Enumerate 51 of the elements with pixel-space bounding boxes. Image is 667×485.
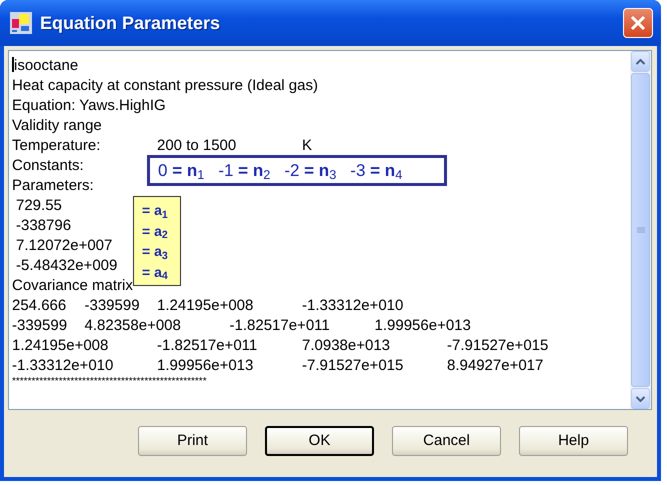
matrix-value: -1.82517e+011 <box>230 317 330 334</box>
parameter-annotation: = a$_{3}$ <box>142 243 169 260</box>
compound-name: isooctane <box>14 57 78 74</box>
matrix-value: 7.0938e+013 <box>302 337 390 354</box>
matrix-value: 8.94927e+017 <box>447 357 544 374</box>
matrix-value: 1.24195e+008 <box>12 337 108 354</box>
parameter-annotation: = a$_{1}$ <box>142 202 169 218</box>
parameter-value: 729.55 <box>15 197 62 214</box>
constant-annotation: -3 = n$_{4}$ <box>350 160 402 184</box>
constant-annotation: 0 = n$_{1}$ <box>158 160 204 184</box>
close-icon <box>630 15 646 31</box>
dialog-button[interactable]: Cancel <box>392 426 501 456</box>
scroll-up-button[interactable] <box>631 51 650 72</box>
section-heading: Validity range <box>12 117 102 134</box>
matrix-value: -339599 <box>12 317 68 334</box>
dialog-button[interactable]: OK <box>265 426 374 456</box>
dialog-button[interactable]: Print <box>138 426 247 456</box>
constant-annotation: -1 = n$_{2}$ <box>218 160 270 184</box>
scrollbar-thumb[interactable] <box>631 73 650 387</box>
matrix-value: 4.82358e+008 <box>84 317 181 334</box>
section-heading: Covariance matrix <box>12 277 133 294</box>
matrix-value: -1.33312e+010 <box>302 297 404 314</box>
property-name: Heat capacity at constant pressure (Ideal gas) <box>12 77 318 94</box>
temperature-range: 200 to 1500 <box>157 137 236 154</box>
unit-label: K <box>302 137 312 154</box>
close-button[interactable] <box>623 8 653 38</box>
field-label: Parameters: <box>12 177 94 194</box>
matrix-value: -339599 <box>84 297 140 314</box>
text-caret <box>12 57 14 72</box>
parameter-value: -338796 <box>15 217 72 234</box>
field-label: Temperature: <box>12 137 100 154</box>
parameter-annotation: = a$_{2}$ <box>142 222 169 239</box>
matrix-value: 254.666 <box>12 297 66 314</box>
constant-annotation: -2 = n$_{3}$ <box>284 160 336 184</box>
dialog-button[interactable]: Help <box>519 426 628 456</box>
matrix-value: -7.91527e+015 <box>447 337 548 354</box>
parameter-value: -5.48432e+009 <box>15 257 118 274</box>
equation-name: Equation: Yaws.HighIG <box>12 97 166 114</box>
matrix-value: 1.99956e+013 <box>157 357 254 374</box>
matrix-value: -7.91527e+015 <box>302 357 404 374</box>
matrix-value: -1.82517e+011 <box>157 337 258 354</box>
parameter-annotation: = a$_{4}$ <box>142 264 169 280</box>
scroll-down-button[interactable] <box>631 388 650 409</box>
field-label: Constants: <box>12 157 84 174</box>
matrix-value: 1.24195e+008 <box>157 297 254 314</box>
window-title: Equation Parameters <box>40 12 220 35</box>
app-icon <box>10 12 32 34</box>
parameter-value: 7.12072e+007 <box>15 237 112 254</box>
matrix-value: 1.99956e+013 <box>374 317 471 334</box>
matrix-value: -1.33312e+010 <box>12 357 114 374</box>
separator-line: ************************************************** <box>12 376 207 387</box>
